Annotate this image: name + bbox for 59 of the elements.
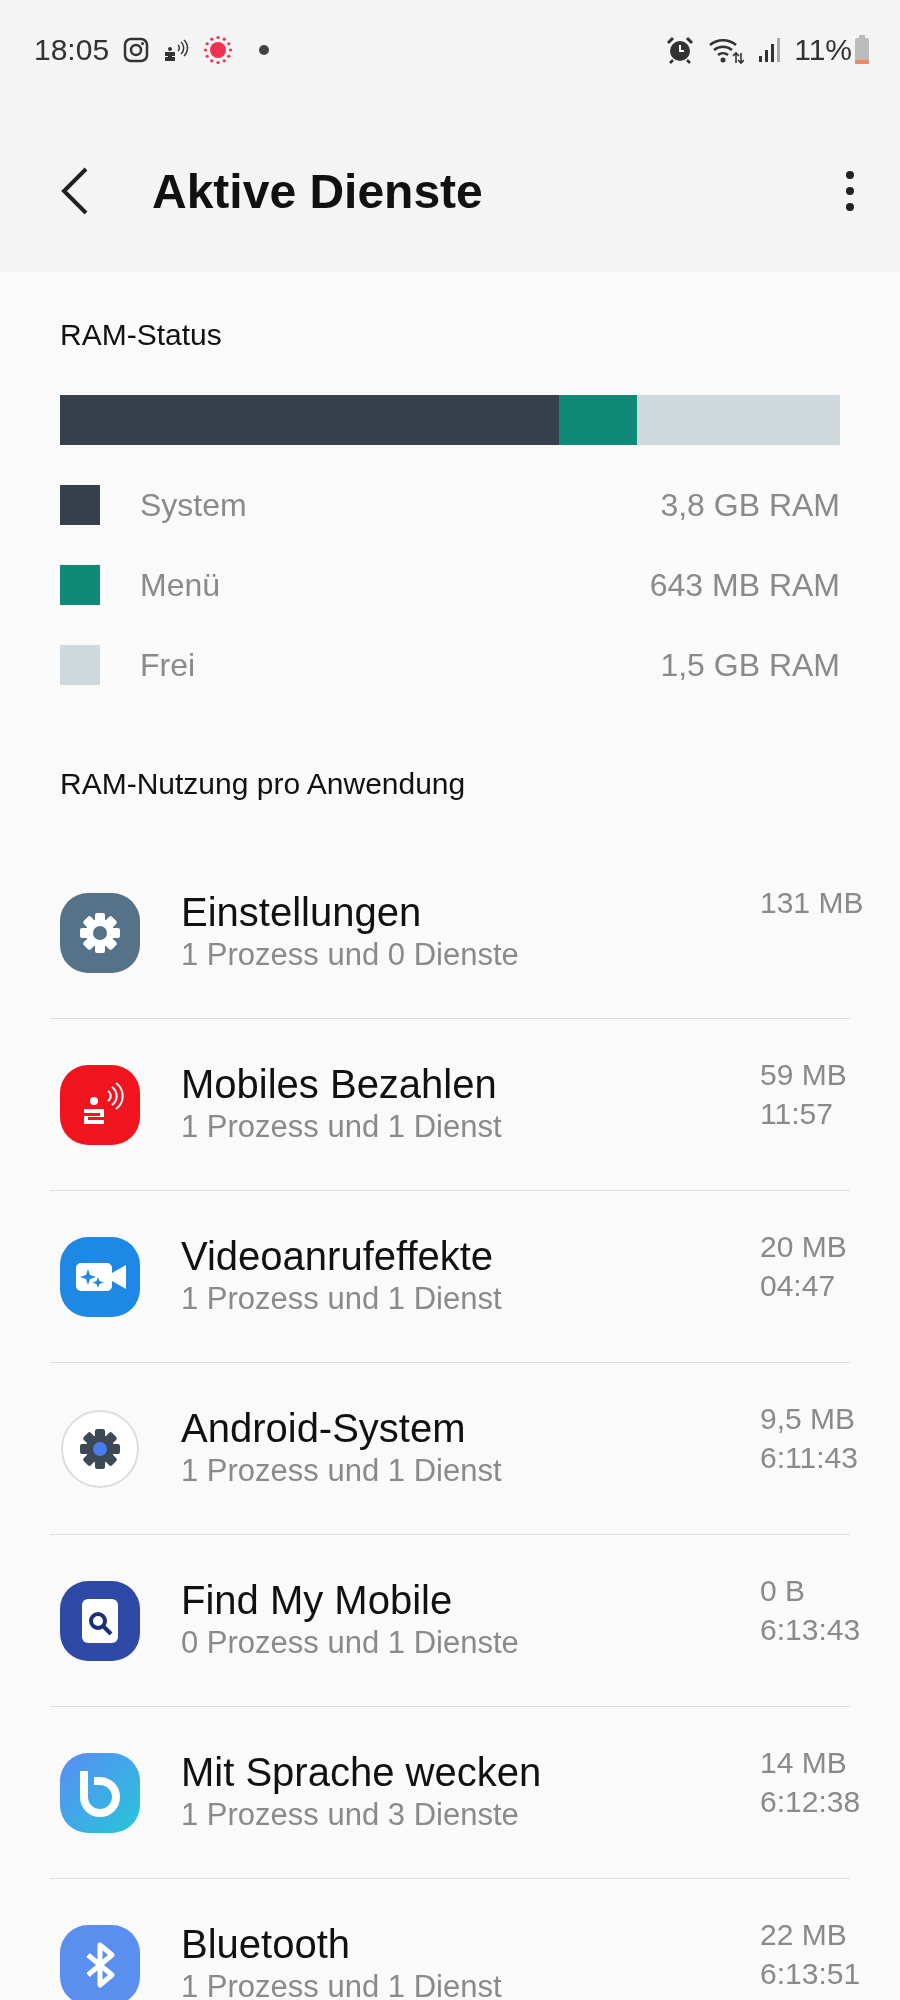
app-list-item[interactable]: Android-System 1 Prozess und 1 Dienst 9,5 MB 6:11:43	[0, 1363, 900, 1534]
app-detail: 1 Prozess und 1 Dienst	[181, 1280, 503, 1318]
payment-icon	[60, 1065, 140, 1145]
battery-percentage: 11%	[794, 33, 852, 67]
memory-usage: 22 MB	[760, 1917, 848, 1953]
camera-icon	[123, 37, 150, 63]
section-title: RAM-Status	[59, 317, 223, 353]
memory-usage: 14 MB	[760, 1745, 848, 1781]
app-list-item[interactable]: Find My Mobile 0 Prozess und 1 Dienste 0 B 6:13:43	[0, 1535, 900, 1706]
run-time: 6:11:43	[760, 1440, 859, 1476]
app-detail: 1 Prozess und 1 Dienst	[181, 1452, 503, 1490]
app-detail: 0 Prozess und 1 Dienste	[181, 1624, 520, 1662]
section-title: RAM-Nutzung pro Anwendung	[59, 766, 467, 802]
memory-usage: 9,5 MB	[760, 1401, 857, 1437]
app-list-item[interactable]: Einstellungen 1 Prozess und 0 Dienste 131 MB	[0, 847, 900, 1018]
notification-dot-icon	[257, 43, 272, 57]
memory-usage: 0 B	[760, 1573, 807, 1609]
app-detail: 1 Prozess und 1 Dienst	[181, 1968, 503, 2000]
run-time: 11:57	[760, 1096, 834, 1132]
signal-icon	[758, 36, 781, 64]
run-time: 04:47	[760, 1268, 837, 1304]
app-name: Find My Mobile	[181, 1577, 454, 1623]
status-time: 18:05	[34, 33, 110, 67]
app-list-item[interactable]: Videoanrufeffekte 1 Prozess und 1 Dienst 20 MB 04:47	[0, 1191, 900, 1362]
payment-icon	[163, 37, 190, 63]
b-logo-icon	[60, 1753, 140, 1833]
run-time: 6:13:43	[760, 1612, 862, 1648]
memory-usage: 59 MB	[760, 1057, 848, 1093]
legend-value: 643 MB RAM	[649, 566, 840, 604]
app-detail: 1 Prozess und 1 Dienst	[181, 1108, 503, 1146]
app-list-item[interactable]: Mobiles Bezahlen 1 Prozess und 1 Dienst 59 MB 11:57	[0, 1019, 900, 1190]
search-icon	[60, 1581, 140, 1661]
legend-label: System	[140, 486, 248, 524]
legend-label: Frei	[140, 646, 197, 684]
more-options-button[interactable]	[846, 171, 854, 211]
gear-icon	[60, 1409, 140, 1489]
battery-icon	[854, 35, 870, 65]
video-camera-icon	[60, 1237, 140, 1317]
app-name: Mit Sprache wecken	[181, 1749, 543, 1795]
legend-value: 3,8 GB RAM	[660, 486, 840, 524]
run-time: 6:12:38	[760, 1784, 862, 1820]
alarm-icon	[666, 36, 695, 64]
app-list-item[interactable]: Mit Sprache wecken 1 Prozess und 3 Dienste 14 MB 6:12:38	[0, 1707, 900, 1878]
sun-icon	[203, 35, 234, 65]
app-name: Videoanrufeffekte	[181, 1233, 495, 1279]
memory-usage: 131 MB	[760, 885, 865, 921]
app-name: Einstellungen	[181, 889, 423, 935]
app-list-item[interactable]: Bluetooth 1 Prozess und 1 Dienst 22 MB 6:13:51	[0, 1879, 900, 2000]
gear-icon	[60, 893, 140, 973]
legend-label: Menü	[140, 566, 222, 604]
app-detail: 1 Prozess und 3 Dienste	[181, 1796, 520, 1834]
memory-usage: 20 MB	[760, 1229, 848, 1265]
run-time: 6:13:51	[760, 1956, 862, 1992]
app-name: Mobiles Bezahlen	[181, 1061, 498, 1107]
app-name: Android-System	[181, 1405, 467, 1451]
app-detail: 1 Prozess und 0 Dienste	[181, 936, 520, 974]
page-title: Aktive Dienste	[152, 163, 484, 219]
app-name: Bluetooth	[181, 1921, 352, 1967]
legend-value: 1,5 GB RAM	[660, 646, 840, 684]
